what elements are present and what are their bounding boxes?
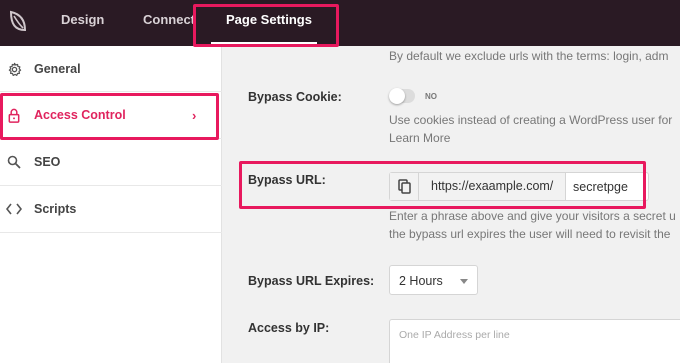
bypass-url-input[interactable] (567, 173, 647, 200)
sidebar-item-scripts[interactable]: Scripts (0, 186, 222, 232)
bypass-url-expires-select[interactable]: 2 Hours (389, 265, 478, 295)
top-bar: Design Connect Page Settings (0, 0, 680, 46)
select-value: 2 Hours (399, 274, 443, 288)
lock-icon (6, 107, 22, 123)
tab-page-settings[interactable]: Page Settings (226, 0, 312, 46)
active-tab-indicator (211, 42, 317, 44)
divider (0, 232, 222, 233)
seedprod-leaf-icon[interactable] (5, 8, 31, 34)
copy-icon[interactable] (390, 173, 419, 200)
settings-panel: By default we exclude urls with the term… (223, 46, 680, 363)
bypass-url-expires-label: Bypass URL Expires: (248, 274, 375, 288)
sidebar: General Access Control › SEO Scripts (0, 46, 222, 363)
sidebar-item-seo[interactable]: SEO (0, 139, 222, 185)
code-icon (6, 201, 22, 217)
sidebar-item-general[interactable]: General (0, 46, 222, 92)
access-by-ip-label: Access by IP: (248, 321, 330, 335)
bypass-url-help: Enter a phrase above and give your visit… (389, 209, 676, 223)
exclude-help-text: By default we exclude urls with the term… (389, 49, 669, 63)
access-by-ip-textarea[interactable] (389, 319, 680, 363)
gear-icon (6, 61, 22, 77)
toggle-state-text: NO (425, 92, 437, 101)
learn-more-link[interactable]: Learn More (389, 128, 450, 148)
tab-connect[interactable]: Connect (143, 0, 195, 46)
bypass-cookie-toggle[interactable] (389, 88, 415, 104)
bypass-url-label: Bypass URL: (248, 173, 326, 187)
sidebar-item-access-control[interactable]: Access Control › (0, 92, 222, 138)
sidebar-item-label: Scripts (34, 202, 77, 216)
sidebar-item-label: Access Control (34, 108, 126, 122)
toggle-knob (389, 88, 405, 104)
sidebar-item-label: SEO (34, 155, 61, 169)
bypass-url-field: https://exaample.com/ (389, 172, 649, 201)
chevron-right-icon: › (192, 107, 197, 123)
chevron-down-icon (460, 279, 468, 284)
bypass-cookie-help: Use cookies instead of creating a WordPr… (389, 113, 673, 127)
bypass-url-help-2: the bypass url expires the user will nee… (389, 227, 671, 241)
bypass-cookie-label: Bypass Cookie: (248, 90, 342, 104)
bypass-url-prefix: https://exaample.com/ (419, 173, 566, 200)
sidebar-item-label: General (34, 62, 81, 76)
app-window: Design Connect Page Settings General Acc… (0, 0, 680, 363)
search-icon (6, 154, 22, 170)
tab-design[interactable]: Design (61, 0, 104, 46)
